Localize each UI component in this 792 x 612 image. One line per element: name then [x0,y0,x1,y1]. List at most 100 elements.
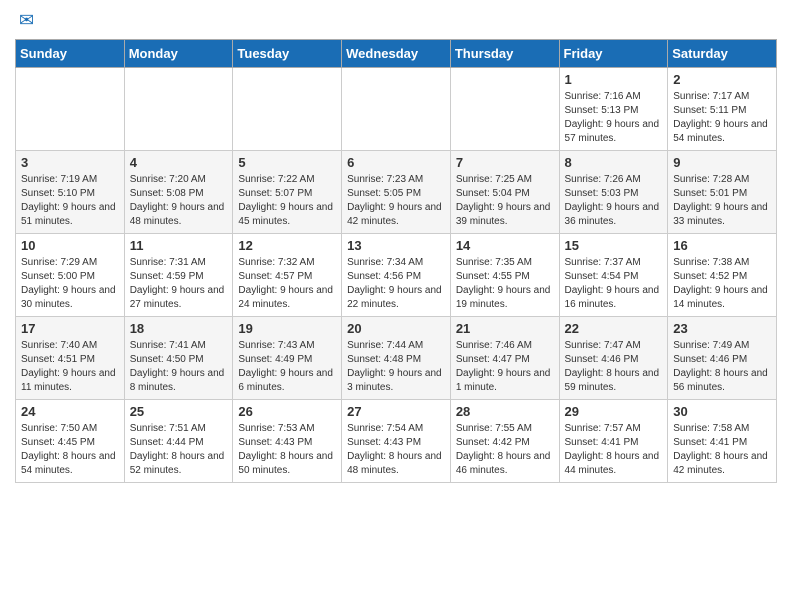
day-number: 7 [456,155,554,170]
calendar-cell [16,68,125,151]
day-number: 19 [238,321,336,336]
cell-content: Sunrise: 7:40 AM Sunset: 4:51 PM Dayligh… [21,339,119,395]
cell-content: Sunrise: 7:23 AM Sunset: 5:05 PM Dayligh… [347,173,445,229]
cell-content: Sunrise: 7:32 AM Sunset: 4:57 PM Dayligh… [238,256,336,312]
calendar-cell [124,68,233,151]
cell-content: Sunrise: 7:41 AM Sunset: 4:50 PM Dayligh… [130,339,228,395]
day-number: 28 [456,404,554,419]
calendar-cell: 21 Sunrise: 7:46 AM Sunset: 4:47 PM Dayli… [450,317,559,400]
day-number: 27 [347,404,445,419]
cell-content: Sunrise: 7:46 AM Sunset: 4:47 PM Dayligh… [456,339,554,395]
day-number: 8 [565,155,663,170]
day-number: 4 [130,155,228,170]
day-number: 10 [21,238,119,253]
cell-content: Sunrise: 7:34 AM Sunset: 4:56 PM Dayligh… [347,256,445,312]
day-number: 16 [673,238,771,253]
cell-content: Sunrise: 7:51 AM Sunset: 4:44 PM Dayligh… [130,422,228,478]
calendar-cell [450,68,559,151]
calendar-cell: 30Sunrise: 7:58 AM Sunset: 4:41 PM Dayli… [668,400,777,483]
day-number: 2 [673,72,771,87]
day-number: 22 [565,321,663,336]
day-number: 5 [238,155,336,170]
cell-content: Sunrise: 7:43 AM Sunset: 4:49 PM Dayligh… [238,339,336,395]
day-number: 21 [456,321,554,336]
cell-content: Sunrise: 7:25 AM Sunset: 5:04 PM Dayligh… [456,173,554,229]
calendar-cell: 14 Sunrise: 7:35 AM Sunset: 4:55 PM Dayli… [450,234,559,317]
calendar-cell: 8 Sunrise: 7:26 AM Sunset: 5:03 PM Daylig… [559,151,668,234]
cell-content: Sunrise: 7:35 AM Sunset: 4:55 PM Dayligh… [456,256,554,312]
calendar-cell: 10 Sunrise: 7:29 AM Sunset: 5:00 PM Dayli… [16,234,125,317]
cell-content: Sunrise: 7:47 AM Sunset: 4:46 PM Dayligh… [565,339,663,395]
cell-content: Sunrise: 7:26 AM Sunset: 5:03 PM Dayligh… [565,173,663,229]
day-number: 17 [21,321,119,336]
day-number: 18 [130,321,228,336]
cell-content: Sunrise: 7:54 AM Sunset: 4:43 PM Dayligh… [347,422,445,478]
day-number: 26 [238,404,336,419]
day-number: 6 [347,155,445,170]
calendar-cell: 16Sunrise: 7:38 AM Sunset: 4:52 PM Dayli… [668,234,777,317]
header: ✉ [15,10,777,31]
cell-content: Sunrise: 7:57 AM Sunset: 4:41 PM Dayligh… [565,422,663,478]
day-number: 25 [130,404,228,419]
col-header-tuesday: Tuesday [233,40,342,68]
col-header-monday: Monday [124,40,233,68]
day-number: 12 [238,238,336,253]
logo-bird-icon: ✉ [19,10,34,31]
cell-content: Sunrise: 7:37 AM Sunset: 4:54 PM Dayligh… [565,256,663,312]
calendar-cell: 18 Sunrise: 7:41 AM Sunset: 4:50 PM Dayli… [124,317,233,400]
cell-content: Sunrise: 7:55 AM Sunset: 4:42 PM Dayligh… [456,422,554,478]
day-number: 14 [456,238,554,253]
calendar-cell: 1 Sunrise: 7:16 AM Sunset: 5:13 PM Daylig… [559,68,668,151]
calendar-cell: 2 Sunrise: 7:17 AM Sunset: 5:11 PM Daylig… [668,68,777,151]
day-number: 15 [565,238,663,253]
calendar-table: SundayMondayTuesdayWednesdayThursdayFrid… [15,39,777,483]
day-number: 30 [673,404,771,419]
day-number: 23 [673,321,771,336]
calendar-cell: 5 Sunrise: 7:22 AM Sunset: 5:07 PM Daylig… [233,151,342,234]
day-number: 13 [347,238,445,253]
cell-content: Sunrise: 7:28 AM Sunset: 5:01 PM Dayligh… [673,173,771,229]
cell-content: Sunrise: 7:22 AM Sunset: 5:07 PM Dayligh… [238,173,336,229]
day-number: 9 [673,155,771,170]
calendar-cell [342,68,451,151]
calendar-cell: 23 Sunrise: 7:49 AM Sunset: 4:46 PM Dayli… [668,317,777,400]
cell-content: Sunrise: 7:50 AM Sunset: 4:45 PM Dayligh… [21,422,119,478]
day-number: 11 [130,238,228,253]
calendar-cell: 12 Sunrise: 7:32 AM Sunset: 4:57 PM Dayli… [233,234,342,317]
calendar-cell: 15 Sunrise: 7:37 AM Sunset: 4:54 PM Dayli… [559,234,668,317]
calendar-cell: 22 Sunrise: 7:47 AM Sunset: 4:46 PM Dayli… [559,317,668,400]
calendar-cell: 3 Sunrise: 7:19 AM Sunset: 5:10 PM Daylig… [16,151,125,234]
cell-content: Sunrise: 7:49 AM Sunset: 4:46 PM Dayligh… [673,339,771,395]
col-header-saturday: Saturday [668,40,777,68]
calendar-cell: 4 Sunrise: 7:20 AM Sunset: 5:08 PM Daylig… [124,151,233,234]
calendar-cell: 25 Sunrise: 7:51 AM Sunset: 4:44 PM Dayli… [124,400,233,483]
cell-content: Sunrise: 7:16 AM Sunset: 5:13 PM Dayligh… [565,90,663,146]
cell-content: Sunrise: 7:31 AM Sunset: 4:59 PM Dayligh… [130,256,228,312]
cell-content: Sunrise: 7:29 AM Sunset: 5:00 PM Dayligh… [21,256,119,312]
cell-content: Sunrise: 7:44 AM Sunset: 4:48 PM Dayligh… [347,339,445,395]
cell-content: Sunrise: 7:20 AM Sunset: 5:08 PM Dayligh… [130,173,228,229]
day-number: 29 [565,404,663,419]
day-number: 3 [21,155,119,170]
col-header-thursday: Thursday [450,40,559,68]
calendar-cell: 6 Sunrise: 7:23 AM Sunset: 5:05 PM Daylig… [342,151,451,234]
calendar-cell: 7 Sunrise: 7:25 AM Sunset: 5:04 PM Daylig… [450,151,559,234]
day-number: 24 [21,404,119,419]
col-header-friday: Friday [559,40,668,68]
page-container: ✉ SundayMondayTuesdayWednesdayThursdayFr… [0,0,792,493]
calendar-cell: 29 Sunrise: 7:57 AM Sunset: 4:41 PM Dayli… [559,400,668,483]
calendar-cell: 13 Sunrise: 7:34 AM Sunset: 4:56 PM Dayli… [342,234,451,317]
calendar-cell: 17 Sunrise: 7:40 AM Sunset: 4:51 PM Dayli… [16,317,125,400]
day-number: 1 [565,72,663,87]
col-header-sunday: Sunday [16,40,125,68]
calendar-cell: 27 Sunrise: 7:54 AM Sunset: 4:43 PM Dayli… [342,400,451,483]
calendar-cell: 11 Sunrise: 7:31 AM Sunset: 4:59 PM Dayli… [124,234,233,317]
cell-content: Sunrise: 7:53 AM Sunset: 4:43 PM Dayligh… [238,422,336,478]
cell-content: Sunrise: 7:17 AM Sunset: 5:11 PM Dayligh… [673,90,771,146]
calendar-cell [233,68,342,151]
cell-content: Sunrise: 7:19 AM Sunset: 5:10 PM Dayligh… [21,173,119,229]
calendar-cell: 26 Sunrise: 7:53 AM Sunset: 4:43 PM Dayli… [233,400,342,483]
day-number: 20 [347,321,445,336]
calendar-cell: 28 Sunrise: 7:55 AM Sunset: 4:42 PM Dayli… [450,400,559,483]
col-header-wednesday: Wednesday [342,40,451,68]
